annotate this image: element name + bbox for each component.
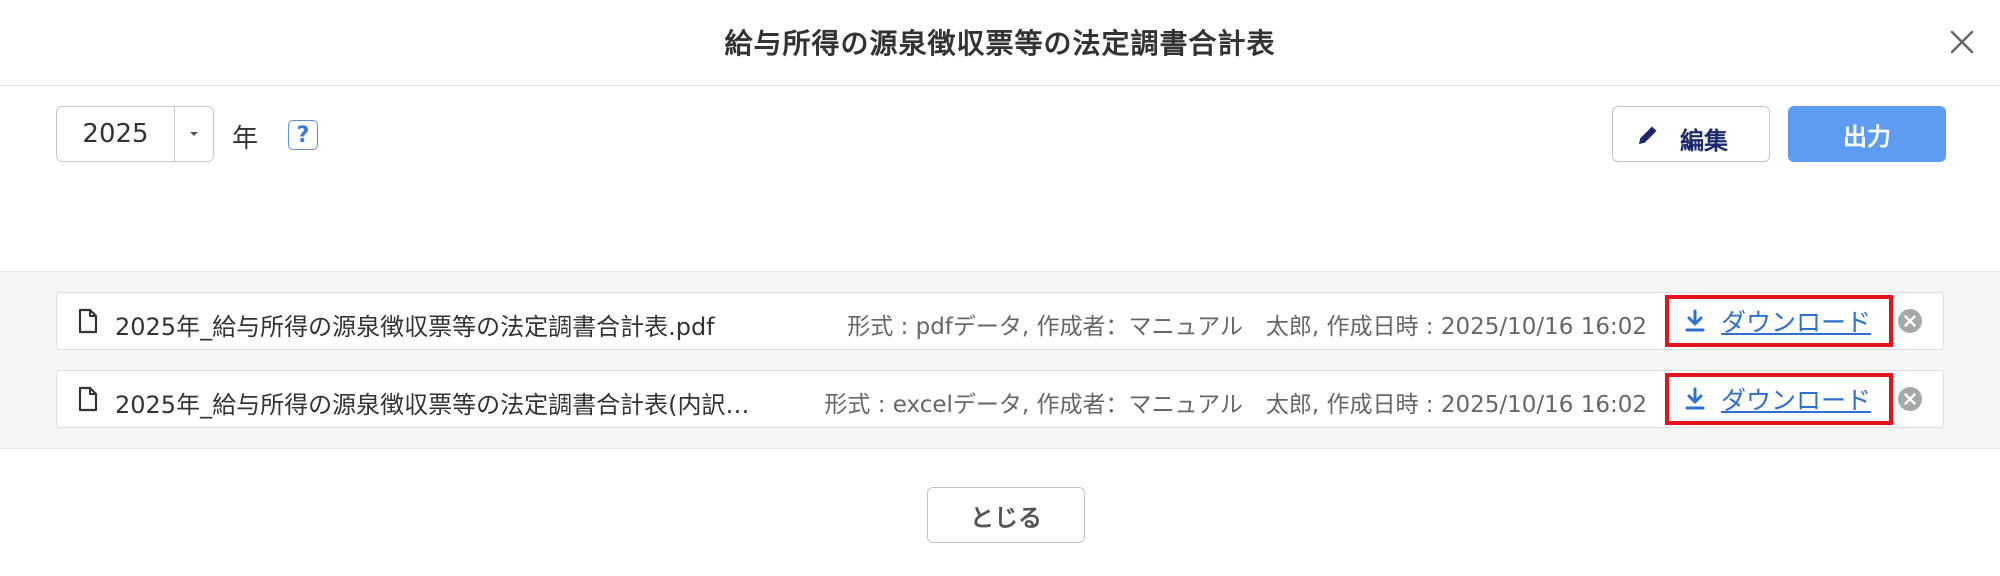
caret-down-icon[interactable] bbox=[175, 107, 213, 161]
dialog-title: 給与所得の源泉徴収票等の法定調書合計表 bbox=[724, 27, 1276, 60]
dialog-header: 給与所得の源泉徴収票等の法定調書合計表 bbox=[0, 0, 2000, 86]
toolbar: 2025 年 ? 編集 出力 bbox=[0, 86, 2000, 271]
file-meta: 形式 : excelデータ, 作成者：マニュアル 太郎, 作成日時 : 2025… bbox=[824, 392, 1647, 418]
file-row: 2025年_給与所得の源泉徴収票等の法定調書合計表(内訳… 形式 : excel… bbox=[56, 370, 1944, 428]
download-label[interactable]: ダウンロード bbox=[1721, 303, 1871, 339]
file-meta: 形式 : pdfデータ, 作成者：マニュアル 太郎, 作成日時 : 2025/1… bbox=[847, 314, 1647, 340]
close-icon[interactable] bbox=[1942, 22, 1982, 62]
edit-button[interactable]: 編集 bbox=[1612, 106, 1770, 162]
help-icon[interactable]: ? bbox=[288, 120, 318, 150]
download-link[interactable]: ダウンロード bbox=[1665, 295, 1893, 347]
download-icon bbox=[1685, 309, 1705, 332]
remove-icon[interactable] bbox=[1897, 308, 1923, 334]
remove-icon[interactable] bbox=[1897, 386, 1923, 412]
edit-button-label: 編集 bbox=[1680, 127, 1728, 155]
file-icon bbox=[78, 308, 98, 334]
year-label: 年 bbox=[232, 124, 259, 154]
file-name: 2025年_給与所得の源泉徴収票等の法定調書合計表(内訳… bbox=[115, 391, 750, 419]
export-button[interactable]: 出力 bbox=[1788, 106, 1946, 162]
year-select[interactable]: 2025 bbox=[56, 106, 214, 162]
year-value: 2025 bbox=[57, 107, 175, 161]
download-label[interactable]: ダウンロード bbox=[1721, 381, 1871, 417]
download-link[interactable]: ダウンロード bbox=[1665, 373, 1893, 425]
file-name: 2025年_給与所得の源泉徴収票等の法定調書合計表.pdf bbox=[115, 313, 715, 341]
file-icon bbox=[78, 386, 98, 412]
close-button[interactable]: とじる bbox=[927, 487, 1085, 543]
file-row: 2025年_給与所得の源泉徴収票等の法定調書合計表.pdf 形式 : pdfデー… bbox=[56, 292, 1944, 350]
file-list: 2025年_給与所得の源泉徴収票等の法定調書合計表.pdf 形式 : pdfデー… bbox=[0, 271, 2000, 449]
download-icon bbox=[1685, 387, 1705, 410]
